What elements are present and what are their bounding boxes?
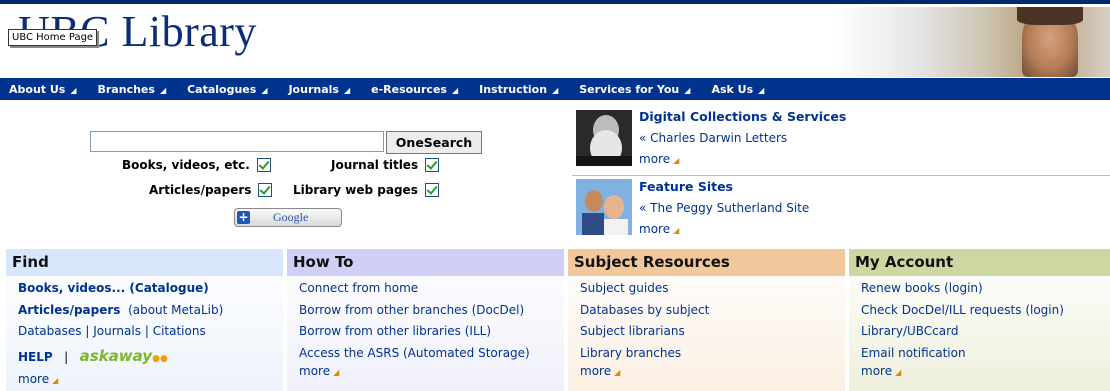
option-articles-papers: Articles/papers bbox=[149, 183, 273, 197]
triangle-icon: ◢ bbox=[52, 375, 59, 385]
feature-link[interactable]: « The Peggy Sutherland Site bbox=[639, 201, 809, 215]
person-hair-image bbox=[1017, 7, 1083, 25]
separator: | bbox=[144, 324, 149, 338]
find-articles-link[interactable]: Articles/papers bbox=[18, 303, 120, 317]
triangle-icon: ◢ bbox=[758, 85, 765, 95]
separator: | bbox=[64, 349, 69, 364]
feature-title[interactable]: Digital Collections & Services bbox=[639, 109, 846, 124]
howto-more-link[interactable]: more ◢ bbox=[299, 364, 564, 378]
add-google-button[interactable]: + Google bbox=[234, 208, 342, 227]
triangle-icon: ◢ bbox=[333, 368, 340, 377]
home-tooltip: UBC Home Page bbox=[8, 29, 98, 46]
separator: | bbox=[85, 324, 90, 338]
nav-journals[interactable]: Journals ◢ bbox=[288, 83, 350, 96]
triangle-icon: ◢ bbox=[684, 85, 691, 95]
subject-link[interactable]: Subject guides bbox=[580, 278, 845, 300]
subject-header: Subject Resources bbox=[568, 249, 845, 276]
journals-link[interactable]: Journals bbox=[93, 324, 141, 338]
books-videos-checkbox[interactable] bbox=[256, 158, 271, 172]
triangle-icon: ◢ bbox=[552, 85, 559, 95]
nav-branches[interactable]: Branches ◢ bbox=[98, 83, 167, 96]
journal-titles-checkbox[interactable] bbox=[425, 158, 440, 172]
library-web-pages-checkbox[interactable] bbox=[424, 183, 439, 197]
subject-link[interactable]: Databases by subject bbox=[580, 300, 845, 322]
account-column: My Account Renew books (login) Check Doc… bbox=[849, 249, 1110, 391]
nav-services-for-you[interactable]: Services for You ◢ bbox=[579, 83, 690, 96]
main-navigation: About Us ◢ Branches ◢ Catalogues ◢ Journals… bbox=[0, 78, 1110, 100]
account-header: My Account bbox=[849, 249, 1110, 276]
help-link[interactable]: HELP bbox=[18, 350, 53, 364]
howto-link[interactable]: Connect from home bbox=[299, 278, 564, 300]
triangle-icon: ◢ bbox=[614, 368, 621, 377]
account-link[interactable]: Library/UBCcard bbox=[861, 321, 1110, 343]
howto-link[interactable]: Borrow from other libraries (ILL) bbox=[299, 321, 564, 343]
account-link[interactable]: Email notification bbox=[861, 343, 1110, 365]
find-column: Find Books, videos... (Catalogue) Articl… bbox=[6, 249, 283, 391]
option-label: Library web pages bbox=[293, 183, 418, 197]
feature-title[interactable]: Feature Sites bbox=[639, 179, 733, 194]
account-link[interactable]: Check DocDel/ILL requests (login) bbox=[861, 300, 1110, 322]
subject-more-link[interactable]: more ◢ bbox=[580, 364, 845, 378]
more-link[interactable]: more ◢ bbox=[639, 152, 679, 166]
triangle-icon: ◢ bbox=[673, 156, 680, 165]
option-books-videos: Books, videos, etc. bbox=[122, 158, 271, 172]
nav-about-us[interactable]: About Us ◢ bbox=[9, 83, 77, 96]
feature-sites: Feature Sites « The Peggy Sutherland Sit… bbox=[572, 177, 1110, 243]
triangle-icon: ◢ bbox=[673, 226, 680, 235]
triangle-icon: ◢ bbox=[70, 85, 77, 95]
askaway-logo[interactable]: askaway●● bbox=[80, 347, 168, 365]
feature-link[interactable]: « Charles Darwin Letters bbox=[639, 131, 787, 145]
find-header: Find bbox=[6, 249, 283, 276]
find-books-link[interactable]: Books, videos... (Catalogue) bbox=[18, 278, 283, 300]
triangle-icon: ◢ bbox=[451, 85, 459, 95]
feature-divider bbox=[572, 175, 1110, 176]
about-metalib-link[interactable]: (about MetaLib) bbox=[128, 303, 223, 317]
howto-link[interactable]: Borrow from other branches (DocDel) bbox=[299, 300, 564, 322]
option-label: Articles/papers bbox=[149, 183, 252, 197]
google-label: Google bbox=[273, 210, 309, 224]
plus-icon: + bbox=[237, 210, 250, 224]
triangle-icon: ◢ bbox=[343, 85, 351, 95]
subject-column: Subject Resources Subject guides Databas… bbox=[568, 249, 845, 391]
header-photo bbox=[832, 7, 1110, 77]
option-journal-titles: Journal titles bbox=[331, 158, 440, 172]
onesearch-button[interactable]: OneSearch bbox=[386, 131, 482, 154]
search-input[interactable] bbox=[90, 131, 384, 152]
howto-column: How To Connect from home Borrow from oth… bbox=[287, 249, 564, 391]
top-border bbox=[0, 0, 1110, 4]
nav-ask-us[interactable]: Ask Us ◢ bbox=[711, 83, 764, 96]
darwin-portrait-image bbox=[576, 110, 632, 166]
articles-papers-checkbox[interactable] bbox=[258, 183, 273, 197]
option-label: Books, videos, etc. bbox=[122, 158, 250, 172]
nav-e-resources[interactable]: e-Resources ◢ bbox=[371, 83, 458, 96]
citations-link[interactable]: Citations bbox=[153, 324, 206, 338]
find-more-link[interactable]: more ◢ bbox=[18, 372, 283, 386]
triangle-icon: ◢ bbox=[895, 368, 902, 377]
people-photo-image bbox=[576, 179, 632, 235]
nav-instruction[interactable]: Instruction ◢ bbox=[479, 83, 558, 96]
option-label: Journal titles bbox=[331, 158, 419, 172]
more-link[interactable]: more ◢ bbox=[639, 222, 679, 236]
option-library-web-pages: Library web pages bbox=[293, 183, 439, 197]
subject-link[interactable]: Library branches bbox=[580, 343, 845, 365]
account-link[interactable]: Renew books (login) bbox=[861, 278, 1110, 300]
triangle-icon: ◢ bbox=[159, 85, 167, 95]
howto-link[interactable]: Access the ASRS (Automated Storage) bbox=[299, 343, 564, 365]
triangle-icon: ◢ bbox=[261, 85, 268, 95]
howto-header: How To bbox=[287, 249, 564, 276]
databases-link[interactable]: Databases bbox=[18, 324, 82, 338]
nav-catalogues[interactable]: Catalogues ◢ bbox=[187, 83, 267, 96]
subject-link[interactable]: Subject librarians bbox=[580, 321, 845, 343]
account-more-link[interactable]: more ◢ bbox=[861, 364, 1110, 378]
feature-digital-collections: Digital Collections & Services « Charles… bbox=[572, 107, 1110, 173]
